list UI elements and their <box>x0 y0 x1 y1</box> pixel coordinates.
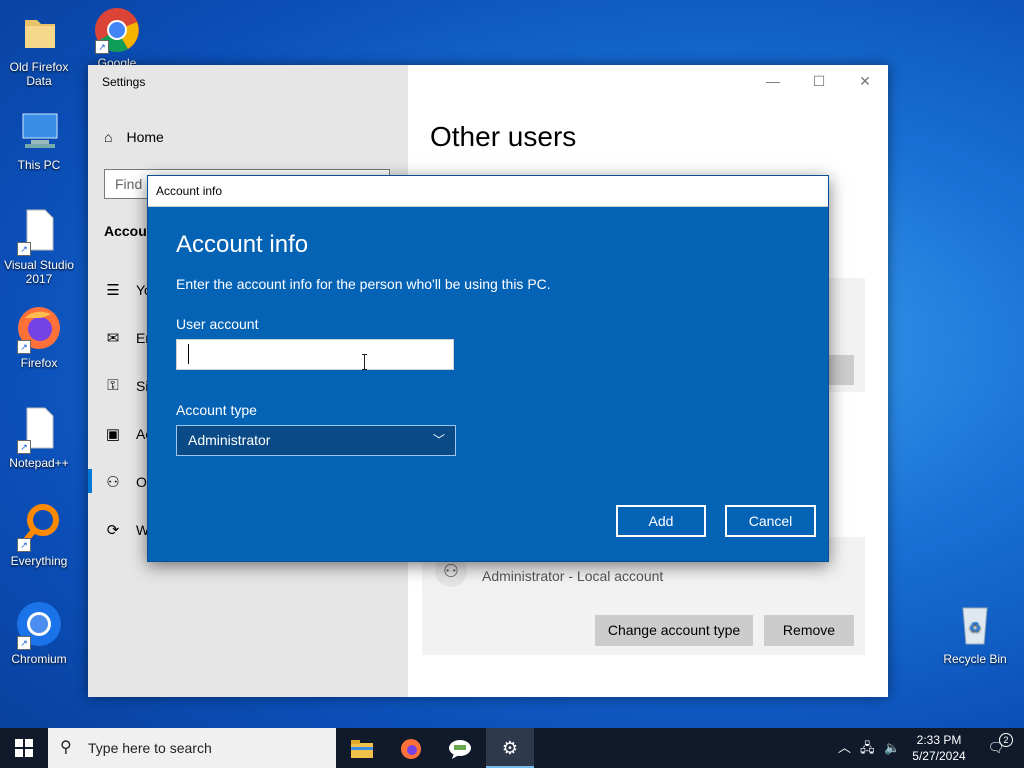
account-type-label: Account type <box>176 402 257 418</box>
active-indicator <box>88 469 92 493</box>
network-icon[interactable]: 🖧 <box>860 728 875 768</box>
text-caret <box>188 344 189 364</box>
desktop-icon-chromium[interactable]: ↗ Chromium <box>1 600 77 666</box>
user-account-input[interactable] <box>176 339 454 370</box>
shortcut-arrow-icon: ↗ <box>17 636 31 650</box>
close-button[interactable]: ✕ <box>842 65 888 97</box>
windows-logo-icon <box>15 739 33 757</box>
volume-muted-icon[interactable]: 🔈 <box>884 728 900 768</box>
remove-button[interactable]: Remove <box>764 615 854 646</box>
shortcut-arrow-icon: ↗ <box>17 440 31 454</box>
add-person-icon: ⚇ <box>106 474 120 491</box>
desktop-icon-label: Firefox <box>20 356 58 370</box>
key-icon: ⚿ <box>107 377 119 394</box>
taskbar: ⚲ Type here to search ⚙ ︿ 🖧 🔈 2:33 PM 5/… <box>0 728 1024 768</box>
account-type-select[interactable]: Administrator ﹀ <box>176 425 456 456</box>
person-card-icon: ☰ <box>106 282 120 299</box>
home-icon: ⌂ <box>104 129 113 145</box>
desktop-icon-old-firefox-data[interactable]: Old Firefox Data <box>1 8 77 88</box>
desktop-icon-notepadpp[interactable]: ↗ Notepad++ <box>1 404 77 470</box>
start-button[interactable] <box>0 728 48 768</box>
desktop-icon-label: Recycle Bin <box>943 652 1007 666</box>
add-button[interactable]: Add <box>616 505 706 537</box>
shortcut-arrow-icon: ↗ <box>95 40 109 54</box>
gear-icon: ⚙ <box>501 738 519 758</box>
sidebar-item-label: Home <box>126 129 164 145</box>
account-info-dialog: Account info Account info Enter the acco… <box>147 175 829 562</box>
mail-icon: ✉ <box>106 330 120 347</box>
firefox-icon: ↗ <box>15 304 63 354</box>
chevron-up-icon: ︿ <box>838 740 852 755</box>
shortcut-arrow-icon: ↗ <box>17 538 31 552</box>
desktop-icon-label: Chromium <box>11 652 67 666</box>
file-explorer-taskbar-icon[interactable] <box>338 728 386 768</box>
briefcase-icon: ▣ <box>105 426 121 443</box>
user-account-subtitle: Administrator - Local account <box>482 568 664 584</box>
desktop-icon-this-pc[interactable]: This PC <box>1 106 77 172</box>
desktop-icon-label: This PC <box>17 158 61 172</box>
desktop-icon-label: Everything <box>10 554 68 568</box>
cancel-button[interactable]: Cancel <box>725 505 816 537</box>
firefox-taskbar-icon[interactable] <box>387 728 435 768</box>
svg-text:♻: ♻ <box>969 619 982 635</box>
page-title: Other users <box>430 121 577 152</box>
chevron-down-icon: ﹀ <box>432 433 445 447</box>
computer-icon <box>15 106 63 154</box>
recycle-bin-icon: ♻ <box>951 600 999 648</box>
search-placeholder: Type here to search <box>88 740 212 756</box>
clock[interactable]: 2:33 PM 5/27/2024 <box>906 732 972 764</box>
talk-taskbar-icon[interactable] <box>436 728 484 768</box>
shortcut-arrow-icon: ↗ <box>17 242 31 256</box>
desktop-icon-firefox[interactable]: ↗ Firefox <box>1 304 77 370</box>
window-controls: — ☐ ✕ <box>750 65 888 97</box>
section-heading: Accou <box>104 223 147 239</box>
dialog-description: Enter the account info for the person wh… <box>176 276 551 292</box>
file-icon: ↗ <box>15 404 63 454</box>
dialog-heading: Account info <box>176 231 309 258</box>
folder-icon <box>15 8 63 56</box>
desktop-icon-everything[interactable]: ↗ Everything <box>1 502 77 568</box>
sync-icon: ⟳ <box>106 522 120 539</box>
taskbar-search[interactable]: ⚲ Type here to search <box>48 728 336 768</box>
desktop-icon-visual-studio[interactable]: ↗ Visual Studio 2017 <box>1 206 77 286</box>
ibeam-cursor-icon <box>362 354 368 370</box>
clock-time: 2:33 PM <box>916 733 962 747</box>
shortcut-arrow-icon: ↗ <box>17 340 31 354</box>
file-icon: ↗ <box>15 206 63 256</box>
chromium-icon: ↗ <box>15 600 63 650</box>
sidebar-item-home[interactable]: ⌂ Home <box>104 129 164 145</box>
desktop-icon-label: Visual Studio 2017 <box>4 258 74 286</box>
desktop-icon-label: Old Firefox Data <box>9 60 69 88</box>
minimize-button[interactable]: — <box>750 65 796 97</box>
account-type-value: Administrator <box>188 432 271 448</box>
change-account-type-button[interactable]: Change account type <box>595 615 753 646</box>
window-title: Settings <box>102 75 146 89</box>
clock-date: 5/27/2024 <box>912 749 966 763</box>
magnifier-icon: ↗ <box>15 502 63 552</box>
desktop-icon-recycle-bin[interactable]: ♻ Recycle Bin <box>937 600 1013 666</box>
settings-taskbar-icon[interactable]: ⚙ <box>486 728 534 768</box>
notification-center-button[interactable]: 🗨 2 <box>982 728 1013 768</box>
desktop-icon-label: Notepad++ <box>9 456 69 470</box>
notification-count: 2 <box>999 733 1013 747</box>
desktop-icon-google-chrome[interactable]: ↗ Google Chrome <box>79 4 155 66</box>
chrome-icon: ↗ <box>93 4 141 54</box>
user-account-label: User account <box>176 316 259 332</box>
dialog-title: Account info <box>148 176 828 207</box>
search-icon: ⚲ <box>60 739 72 756</box>
show-hidden-icons[interactable]: ︿ <box>838 728 851 768</box>
maximize-button[interactable]: ☐ <box>796 65 842 97</box>
